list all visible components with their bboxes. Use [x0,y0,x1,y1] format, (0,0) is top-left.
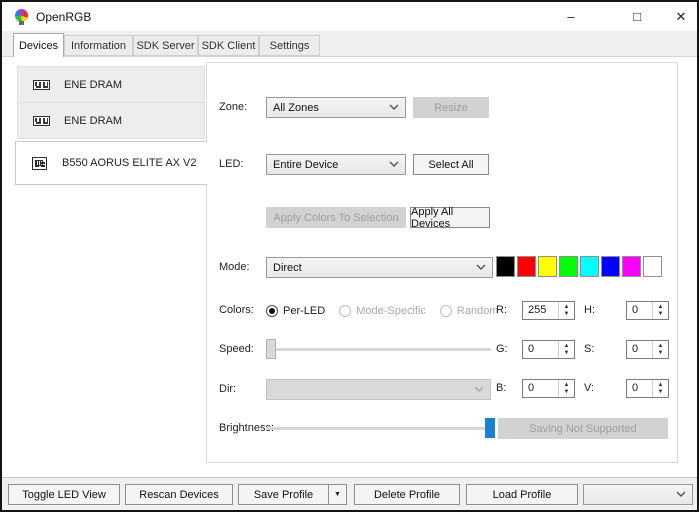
spin-arrows-icon[interactable]: ▲ ▼ [652,380,668,397]
zone-label: Zone: [219,101,248,113]
chevron-down-icon [676,491,686,497]
slider-groove [266,348,491,351]
resize-button[interactable]: Resize [413,97,489,118]
tab-sdk-server[interactable]: SDK Server [133,35,198,56]
b-label: B: [496,382,507,394]
radio-per-led[interactable]: Per-LED [266,304,325,317]
device-item-ene-dram-1[interactable]: ENE DRAM [17,66,205,103]
radio-icon [266,304,278,317]
speed-slider[interactable] [266,339,491,359]
b-spinbox[interactable]: 0 ▲ ▼ [522,379,575,398]
led-value: Entire Device [273,158,339,171]
swatch-red[interactable] [517,256,536,277]
spin-arrows-icon[interactable]: ▲ ▼ [558,341,574,358]
apply-colors-to-selection-button[interactable]: Apply Colors To Selection [266,207,406,228]
openrgb-window: OpenRGB – □ ✕ Devices Information SDK Se… [0,0,699,512]
device-item-label: ENE DRAM [64,78,123,91]
spin-arrows-icon[interactable]: ▲ ▼ [652,302,668,319]
radio-random[interactable]: Random [439,304,498,317]
save-profile-button[interactable]: Save Profile [238,484,329,505]
close-button[interactable]: ✕ [665,2,697,31]
brightness-slider[interactable] [266,418,495,438]
device-item-label: B550 AORUS ELITE AX V2 [62,157,197,169]
device-control-panel: Zone: All Zones Resize LED: Entire Devic… [206,62,678,463]
s-label: S: [584,343,595,355]
saving-not-supported-button[interactable]: Saving Not Supported [498,418,668,439]
profile-select[interactable] [583,484,693,505]
title-bar: OpenRGB – □ ✕ [2,2,697,31]
v-label: V: [584,382,594,394]
chevron-down-icon [389,161,399,167]
h-spinbox[interactable]: 0 ▲ ▼ [626,301,669,320]
colors-label: Colors: [219,304,254,316]
zone-select[interactable]: All Zones [266,97,406,118]
load-profile-button[interactable]: Load Profile [466,484,578,505]
led-select[interactable]: Entire Device [266,154,406,175]
spin-arrows-icon[interactable]: ▲ ▼ [558,302,574,319]
minimize-button[interactable]: – [555,2,587,31]
swatch-yellow[interactable] [538,256,557,277]
zone-value: All Zones [273,101,319,114]
delete-profile-button[interactable]: Delete Profile [354,484,460,505]
rescan-devices-button[interactable]: Rescan Devices [125,484,233,505]
g-label: G: [496,343,508,355]
h-label: H: [584,304,595,316]
mode-value: Direct [273,261,302,274]
color-swatch-row [496,256,662,277]
r-spinbox[interactable]: 255 ▲ ▼ [522,301,575,320]
swatch-green[interactable] [559,256,578,277]
slider-groove [266,427,495,430]
s-spinbox[interactable]: 0 ▲ ▼ [626,340,669,359]
tab-information[interactable]: Information [64,35,133,56]
spin-arrows-icon[interactable]: ▲ ▼ [652,341,668,358]
spin-arrows-icon[interactable]: ▲ ▼ [558,380,574,397]
window-title: OpenRGB [36,10,92,24]
radio-icon [439,304,452,317]
speed-label: Speed: [219,343,254,355]
radio-mode-specific[interactable]: Mode-Specific [339,304,426,317]
device-item-label: ENE DRAM [64,114,123,127]
swatch-cyan[interactable] [580,256,599,277]
select-all-button[interactable]: Select All [413,154,489,175]
dir-label: Dir: [219,383,237,395]
colors-radio-group: Per-LED Mode-Specific Random [266,300,512,321]
swatch-white[interactable] [643,256,662,277]
chevron-down-icon [474,386,484,392]
swatch-magenta[interactable] [622,256,641,277]
mode-label: Mode: [219,261,250,273]
brightness-slider-handle[interactable] [485,418,495,438]
toggle-led-view-button[interactable]: Toggle LED View [8,484,120,505]
device-item-ene-dram-2[interactable]: ENE DRAM [17,102,205,139]
mode-select[interactable]: Direct [266,257,493,278]
tab-settings[interactable]: Settings [259,35,320,56]
tab-devices[interactable]: Devices [13,33,64,57]
apply-all-devices-button[interactable]: Apply All Devices [410,206,490,230]
ram-icon [18,79,64,90]
motherboard-icon [16,156,62,170]
maximize-button[interactable]: □ [621,2,653,31]
chevron-down-icon [476,264,486,270]
led-label: LED: [219,158,244,170]
ram-icon [18,115,64,126]
swatch-blue[interactable] [601,256,620,277]
r-label: R: [496,304,507,316]
footer-bar: Toggle LED View Rescan Devices Save Prof… [2,477,697,510]
swatch-black[interactable] [496,256,515,277]
g-spinbox[interactable]: 0 ▲ ▼ [522,340,575,359]
openrgb-logo-icon [15,9,28,25]
v-spinbox[interactable]: 0 ▲ ▼ [626,379,669,398]
speed-slider-handle[interactable] [266,339,276,359]
chevron-down-icon [389,104,399,110]
tab-sdk-client[interactable]: SDK Client [198,35,259,56]
radio-icon [339,304,352,317]
save-profile-dropdown-button[interactable]: ▼ [328,484,347,505]
dir-select[interactable] [266,379,491,400]
device-item-b550-aorus[interactable]: B550 AORUS ELITE AX V2 [15,141,207,185]
